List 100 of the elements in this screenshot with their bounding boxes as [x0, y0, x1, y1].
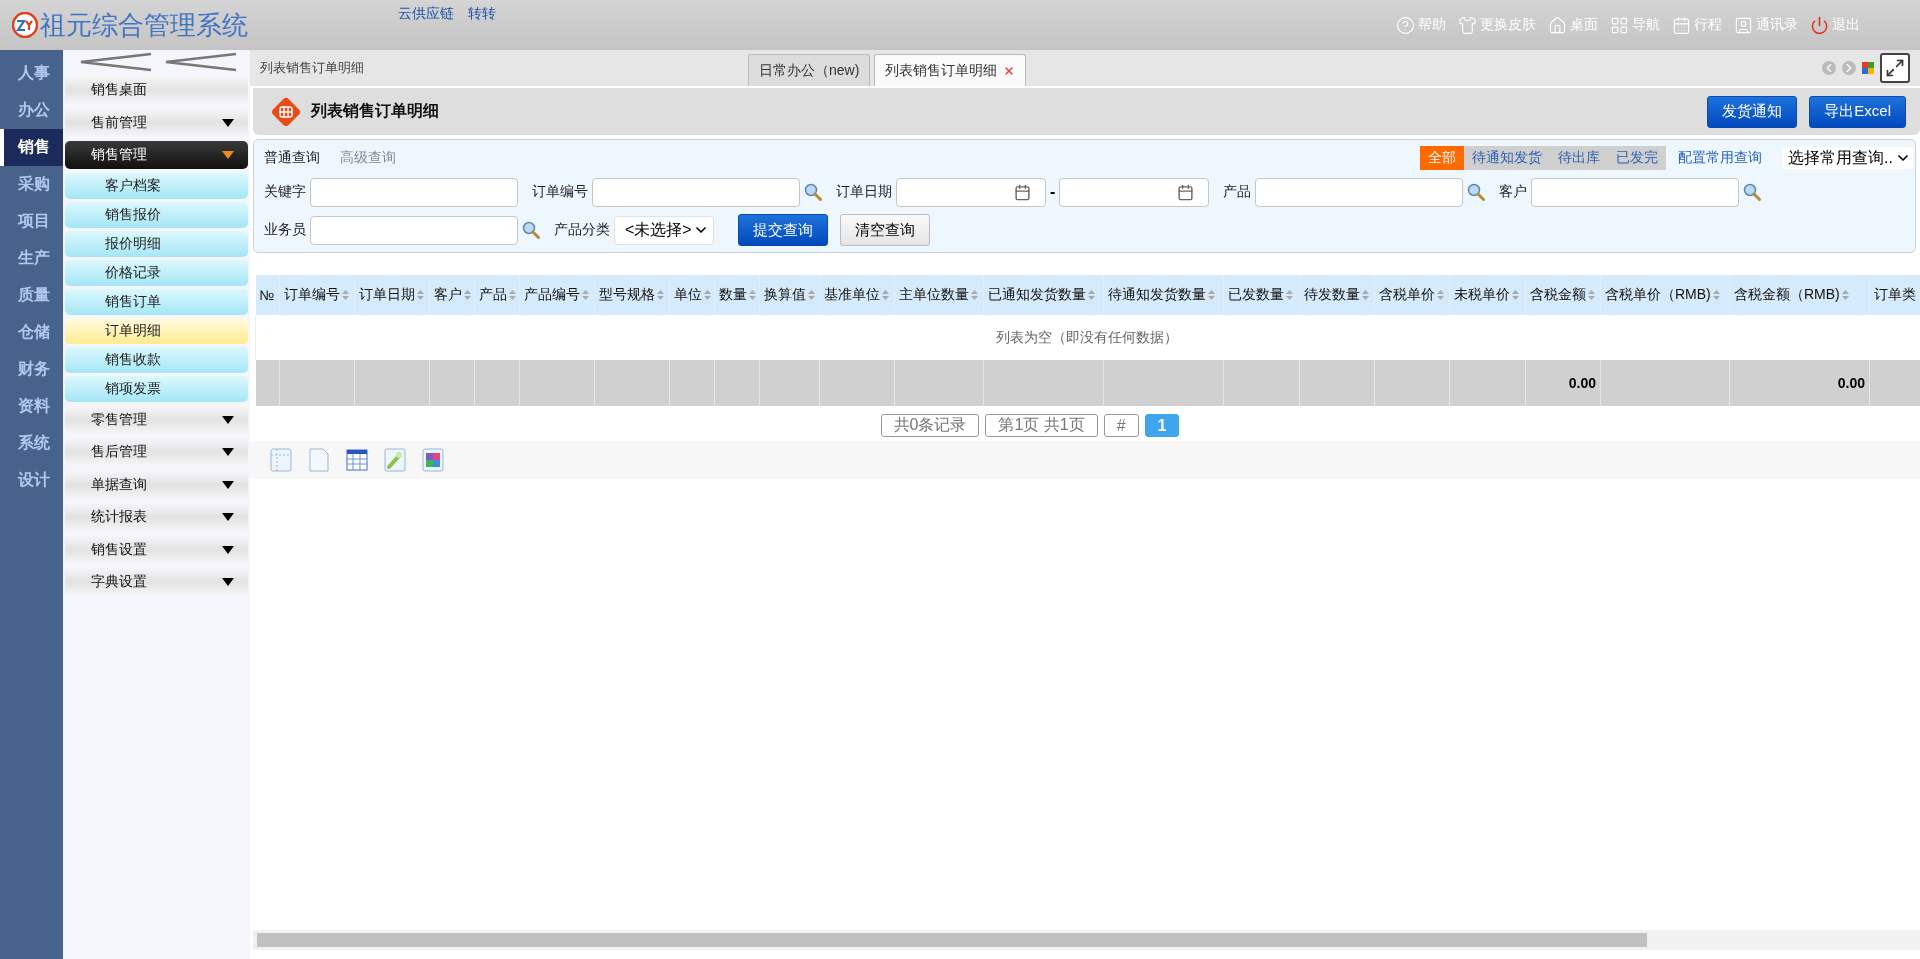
sidebar-subitem[interactable]: 价格记录 — [65, 259, 248, 286]
sort-icon[interactable] — [749, 290, 756, 301]
input-field[interactable] — [310, 215, 518, 245]
sidebar-group[interactable]: 统计报表 — [65, 503, 248, 531]
module-item[interactable]: 设计 — [0, 462, 63, 499]
column-header[interactable]: 产品 — [474, 275, 520, 315]
column-header[interactable]: 订单编号 — [279, 275, 355, 315]
column-header[interactable]: 客户 — [429, 275, 475, 315]
input-field[interactable] — [1531, 177, 1740, 207]
date-field[interactable] — [896, 177, 1046, 207]
search-icon[interactable] — [804, 183, 822, 201]
module-item[interactable]: 人事 — [0, 55, 63, 92]
input-field[interactable] — [310, 177, 518, 207]
sidebar-subitem[interactable]: 客户档案 — [65, 172, 248, 199]
sort-icon[interactable] — [582, 290, 589, 301]
sort-icon[interactable] — [417, 290, 424, 301]
column-header[interactable]: 订单类 — [1869, 275, 1920, 315]
sort-icon[interactable] — [808, 290, 815, 301]
sidebar-group[interactable]: 销售管理 — [65, 141, 248, 169]
wrench-icon[interactable] — [384, 448, 406, 472]
puzzle-icon[interactable] — [422, 448, 444, 472]
column-header[interactable]: 换算值 — [759, 275, 820, 315]
action-button[interactable]: 导出Excel — [1809, 95, 1906, 128]
grid-lines-icon[interactable] — [270, 448, 292, 472]
header-link[interactable]: 云供应链 — [398, 5, 454, 23]
pager-item[interactable]: # — [1103, 414, 1139, 437]
sidebar-subitem[interactable]: 订单明细 — [65, 317, 248, 344]
sort-icon[interactable] — [1286, 290, 1293, 301]
select-field[interactable]: <未选择> — [614, 215, 714, 245]
horizontal-scrollbar[interactable] — [253, 930, 1920, 950]
module-item[interactable]: 办公 — [0, 92, 63, 129]
sidebar-item[interactable]: 销售桌面 — [65, 76, 248, 104]
sort-icon[interactable] — [509, 290, 516, 301]
date-field[interactable] — [1059, 177, 1210, 207]
page-tab[interactable]: 列表销售订单明细 — [874, 54, 1027, 86]
sort-icon[interactable] — [1362, 290, 1369, 301]
sidebar-group[interactable]: 单据查询 — [65, 470, 248, 499]
sidebar-group[interactable]: 销售设置 — [65, 535, 248, 564]
search-icon[interactable] — [1743, 183, 1762, 201]
column-header[interactable]: 待发数量 — [1299, 275, 1375, 315]
input-field[interactable] — [592, 177, 800, 207]
sidebar-subitem[interactable]: 报价明细 — [65, 230, 248, 257]
column-header[interactable]: 数量 — [714, 275, 760, 315]
sidebar-group[interactable]: 零售管理 — [65, 405, 248, 434]
page-tab[interactable]: 日常办公（new) — [748, 54, 871, 86]
saved-query-select[interactable]: 选择常用查询.. — [1782, 147, 1913, 169]
pager-item[interactable]: 第1页 共1页 — [985, 414, 1098, 437]
column-header[interactable]: 基准单位 — [819, 275, 895, 315]
config-query-link[interactable]: 配置常用查询 — [1678, 149, 1763, 167]
status-filter-tab[interactable]: 待出库 — [1550, 146, 1609, 170]
module-item[interactable]: 仓储 — [0, 314, 63, 351]
column-header[interactable]: 含税单价 — [1374, 275, 1450, 315]
sort-icon[interactable] — [1588, 290, 1595, 301]
tiles-icon[interactable] — [1862, 62, 1874, 74]
column-header[interactable]: 主单位数量 — [894, 275, 984, 315]
column-header[interactable]: 产品编号 — [519, 275, 595, 315]
module-item[interactable]: 生产 — [0, 240, 63, 277]
sort-icon[interactable] — [1841, 290, 1849, 301]
action-button[interactable]: 发货通知 — [1707, 95, 1798, 128]
table-icon[interactable] — [346, 448, 368, 472]
column-header[interactable]: № — [255, 275, 280, 315]
sidebar-subitem[interactable]: 销售收款 — [65, 346, 248, 373]
module-item[interactable]: 项目 — [0, 203, 63, 240]
sidebar-subitem[interactable]: 销项发票 — [65, 375, 248, 402]
column-header[interactable]: 含税金额（RMB) — [1729, 275, 1870, 315]
sidebar-group[interactable]: 售前管理 — [65, 108, 248, 137]
close-icon[interactable] — [1003, 64, 1016, 77]
sort-icon[interactable] — [342, 290, 349, 301]
column-header[interactable]: 含税金额 — [1525, 275, 1601, 315]
column-header[interactable]: 订单日期 — [354, 275, 430, 315]
column-header[interactable]: 单位 — [669, 275, 715, 315]
header-link[interactable]: 转转 — [468, 5, 496, 23]
module-item[interactable]: 资料 — [0, 388, 63, 425]
sort-icon[interactable] — [882, 290, 889, 301]
sort-icon[interactable] — [971, 290, 978, 301]
column-header[interactable]: 已发数量 — [1223, 275, 1300, 315]
sort-icon[interactable] — [464, 290, 471, 301]
input-field[interactable] — [1255, 177, 1464, 207]
sort-icon[interactable] — [1088, 290, 1095, 301]
query-mode-tab[interactable]: 普通查询 — [264, 149, 320, 167]
calendar-icon[interactable] — [1177, 183, 1195, 201]
sidebar-group[interactable]: 售后管理 — [65, 438, 248, 466]
module-item[interactable]: 系统 — [0, 425, 63, 462]
calendar-icon[interactable] — [1014, 183, 1031, 201]
module-item[interactable]: 质量 — [0, 277, 63, 314]
sort-icon[interactable] — [1437, 290, 1444, 301]
column-header[interactable]: 未税单价 — [1449, 275, 1526, 315]
module-item[interactable]: 采购 — [0, 166, 63, 203]
scroll-right-icon[interactable] — [1842, 61, 1856, 75]
sidebar-subitem[interactable]: 销售报价 — [65, 201, 248, 228]
sidebar-group[interactable]: 字典设置 — [65, 568, 248, 596]
column-header[interactable]: 已通知发货数量 — [983, 275, 1104, 315]
status-filter-tab[interactable]: 待通知发货 — [1464, 146, 1551, 170]
fullscreen-button[interactable] — [1880, 53, 1910, 83]
submit-button[interactable]: 提交查询 — [738, 214, 828, 246]
column-header[interactable]: 型号规格 — [594, 275, 670, 315]
column-header[interactable]: 待通知发货数量 — [1103, 275, 1224, 315]
sort-icon[interactable] — [704, 290, 711, 301]
search-icon[interactable] — [522, 221, 540, 239]
sidebar-subitem[interactable]: 销售订单 — [65, 288, 248, 315]
